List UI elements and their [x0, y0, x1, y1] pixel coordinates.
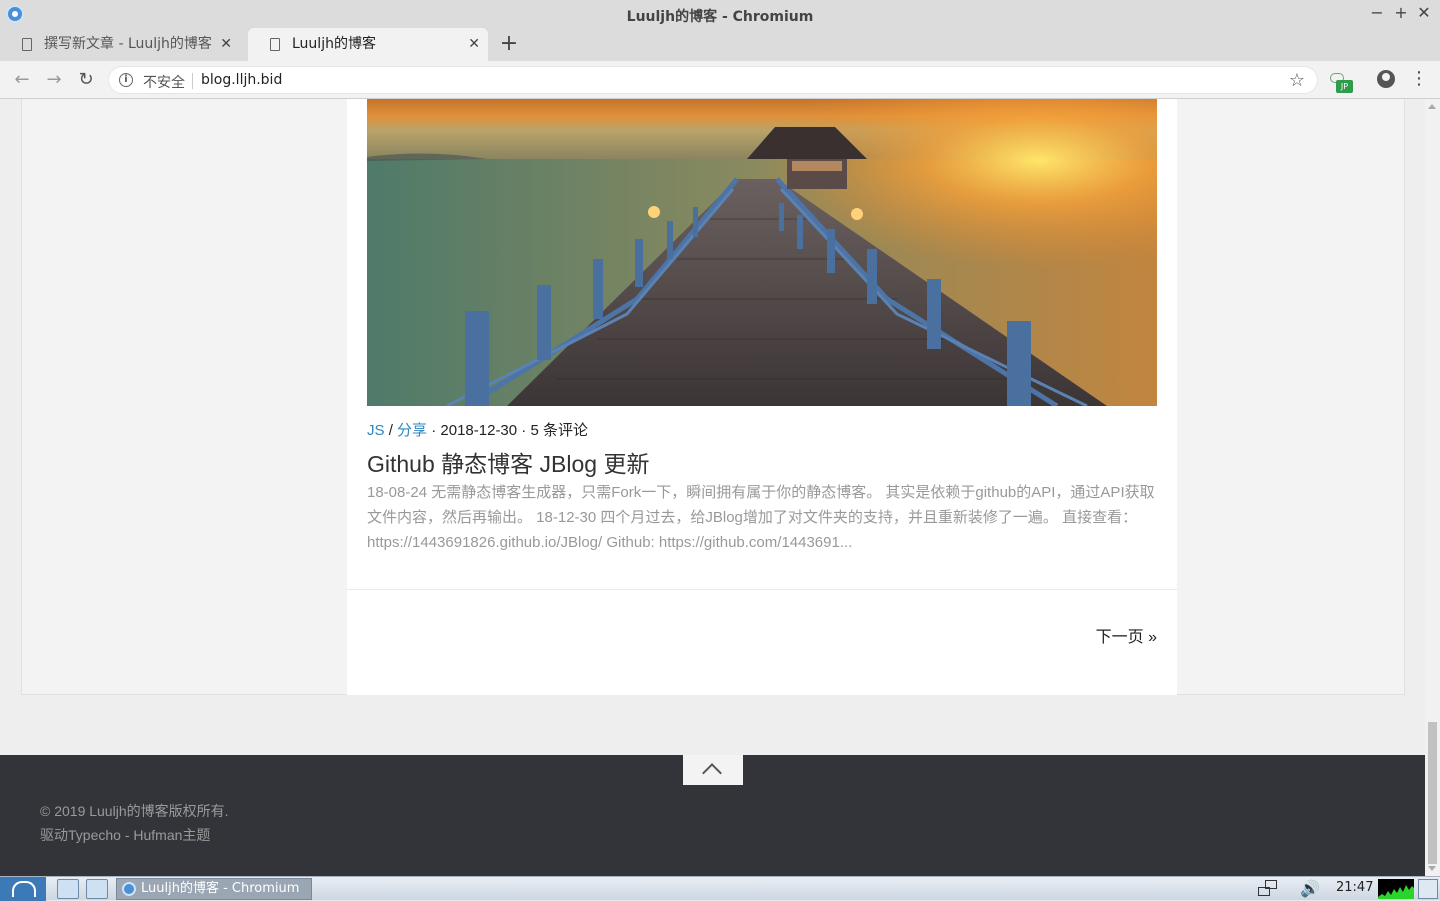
security-label[interactable]: 不安全: [143, 72, 185, 92]
info-icon[interactable]: i: [119, 73, 133, 87]
omnibox-separator: [192, 73, 193, 89]
volume-icon[interactable]: 🔊: [1300, 879, 1320, 898]
scroll-down-icon[interactable]: [1428, 866, 1436, 871]
tag-link[interactable]: 分享: [397, 422, 427, 439]
main-column: JS / 分享 · 2018-12-30 · 5 条评论 Github 静态博客…: [347, 99, 1177, 695]
new-tab-button[interactable]: +: [498, 30, 520, 58]
comment-count[interactable]: 5 条评论: [530, 422, 588, 439]
window-title: Luuljh的博客 - Chromium: [626, 9, 814, 25]
next-page-link[interactable]: 下一页 »: [1096, 623, 1157, 647]
cpu-monitor-icon: [1378, 879, 1414, 899]
close-window-button[interactable]: ✕: [1415, 3, 1433, 23]
forward-button[interactable]: →: [42, 68, 66, 92]
maximize-button[interactable]: +: [1392, 3, 1410, 23]
page-scrollbar[interactable]: [1425, 99, 1440, 876]
chevron-up-icon: [702, 763, 722, 783]
file-manager-icon[interactable]: [86, 879, 108, 899]
taskbar-window-label: Luuljh的博客 - Chromium: [141, 881, 300, 896]
tab-close-icon[interactable]: ✕: [468, 28, 480, 60]
taskbar-window-button[interactable]: Luuljh的博客 - Chromium: [116, 878, 312, 900]
window-titlebar: Luuljh的博客 - Chromium − + ✕: [0, 0, 1440, 28]
meta-dot: ·: [521, 422, 527, 439]
tab-label: 撰写新文章 - Luuljh的博客: [44, 36, 212, 52]
post-thumbnail[interactable]: [367, 99, 1157, 406]
bookmark-star-icon[interactable]: ☆: [1289, 70, 1305, 91]
content-card: JS / 分享 · 2018-12-30 · 5 条评论 Github 静态博客…: [21, 99, 1405, 695]
meta-dot: ·: [431, 422, 437, 439]
back-button[interactable]: ←: [10, 68, 34, 92]
network-icon[interactable]: [1258, 880, 1278, 898]
start-menu-button[interactable]: [0, 877, 46, 901]
scroll-up-icon[interactable]: [1428, 104, 1436, 109]
address-bar[interactable]: i 不安全 blog.lljh.bid ☆: [108, 66, 1318, 94]
pier-sunset-image: [367, 99, 1157, 406]
divider: [347, 589, 1177, 590]
tag-link[interactable]: JS: [367, 422, 385, 439]
account-icon[interactable]: [1377, 70, 1395, 88]
page-viewport: JS / 分享 · 2018-12-30 · 5 条评论 Github 静态博客…: [0, 99, 1425, 876]
post-title[interactable]: Github 静态博客 JBlog 更新: [367, 445, 649, 479]
post-meta: JS / 分享 · 2018-12-30 · 5 条评论: [367, 419, 588, 440]
site-footer: © 2019 Luuljh的博客版权所有. 驱动Typecho - Hufman…: [0, 755, 1425, 876]
tab-close-icon[interactable]: ✕: [220, 28, 232, 60]
document-icon: [22, 38, 32, 51]
extension-badge: JP: [1336, 80, 1353, 93]
minimize-button[interactable]: −: [1368, 3, 1386, 23]
document-icon: [270, 38, 280, 51]
reload-button[interactable]: ↻: [74, 68, 98, 92]
scrollbar-thumb[interactable]: [1428, 722, 1437, 864]
post-date: 2018-12-30: [440, 422, 518, 439]
footer-copyright: © 2019 Luuljh的博客版权所有.: [40, 803, 229, 819]
taskbar-clock[interactable]: 21:47: [1336, 880, 1373, 895]
back-to-top-button[interactable]: [683, 755, 743, 785]
tab-label: Luuljh的博客: [292, 36, 376, 52]
tab-strip: 撰写新文章 - Luuljh的博客 ✕ Luuljh的博客 ✕ +: [0, 28, 1440, 61]
tag-separator: /: [388, 422, 393, 439]
tab-write-post[interactable]: 撰写新文章 - Luuljh的博客 ✕: [0, 28, 240, 61]
os-taskbar: Luuljh的博客 - Chromium 🔊 21:47: [0, 876, 1440, 901]
footer-powered-by[interactable]: 驱动Typecho - Hufman主题: [40, 825, 210, 845]
post-excerpt: 18-08-24 无需静态博客生成器，只需Fork一下，瞬间拥有属于你的静态博客…: [367, 484, 1155, 551]
tab-blog[interactable]: Luuljh的博客 ✕: [248, 28, 488, 61]
show-desktop-icon[interactable]: [1418, 879, 1438, 899]
chromium-icon: [122, 882, 136, 896]
extension-icon[interactable]: JP: [1330, 71, 1353, 93]
browser-toolbar: ← → ↻ i 不安全 blog.lljh.bid ☆ JP ⋮: [0, 61, 1440, 99]
url-text[interactable]: blog.lljh.bid: [201, 72, 282, 88]
browser-menu-icon[interactable]: ⋮: [1410, 67, 1428, 91]
browser-launcher-icon[interactable]: [57, 879, 79, 899]
